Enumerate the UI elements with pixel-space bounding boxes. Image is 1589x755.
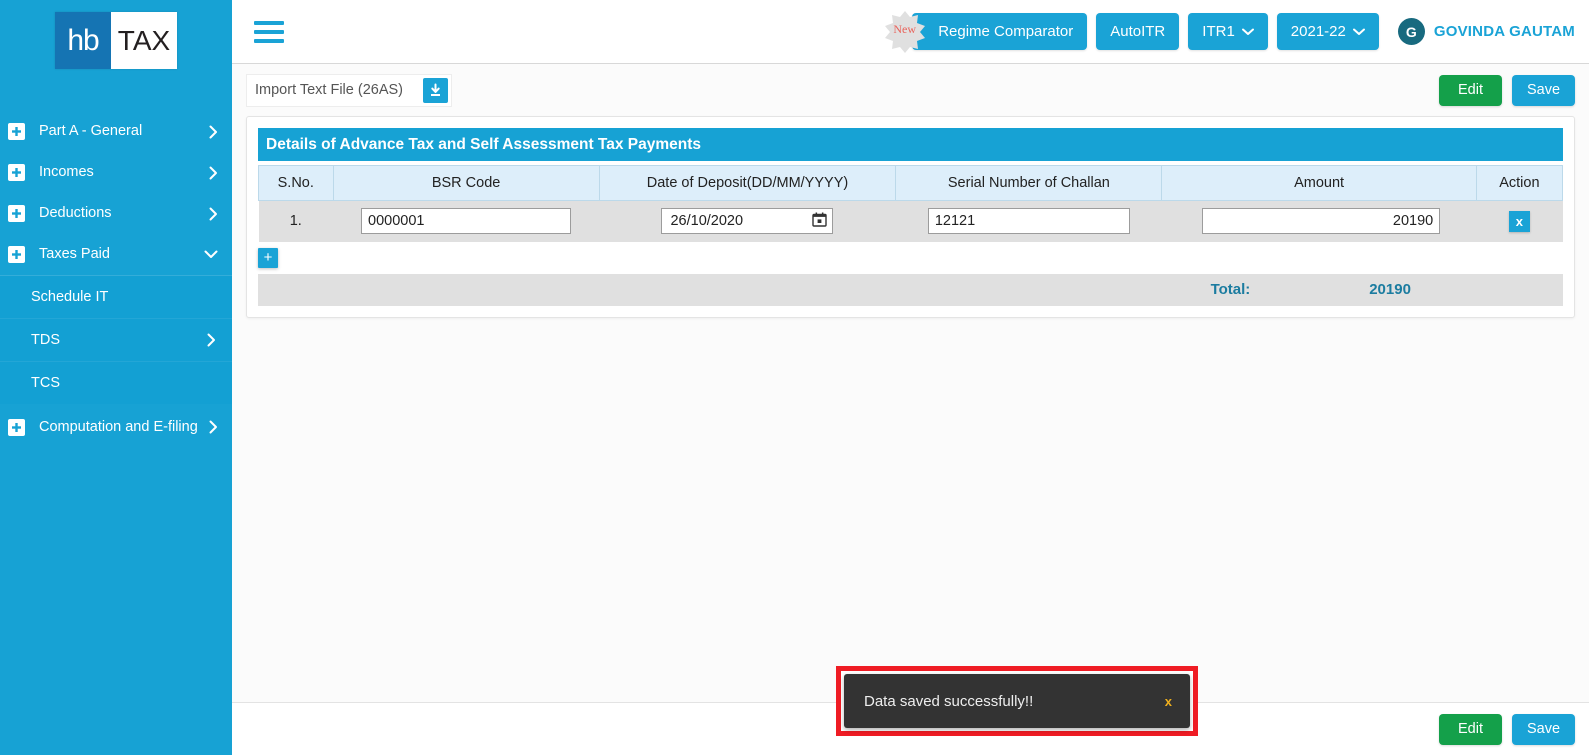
main-area: New Regime Comparator AutoITR ITR1 2021-… xyxy=(232,0,1589,755)
plus-square-icon xyxy=(8,123,25,140)
form-type-dropdown[interactable]: ITR1 xyxy=(1188,13,1268,50)
sidebar-item-schedule-it[interactable]: Schedule IT xyxy=(0,275,232,318)
amount-input[interactable] xyxy=(1201,208,1441,235)
chevron-right-icon xyxy=(209,207,218,221)
plus-square-icon xyxy=(8,418,25,436)
sidebar-item-label: Taxes Paid xyxy=(39,246,110,263)
date-of-deposit-input[interactable]: 26/10/2020 xyxy=(661,208,834,235)
date-of-deposit-value: 26/10/2020 xyxy=(670,213,744,230)
sidebar-item-tds[interactable]: TDS xyxy=(0,318,232,361)
panel-title: Details of Advance Tax and Self Assessme… xyxy=(258,128,1563,161)
chevron-right-icon xyxy=(207,333,216,347)
brand-logo[interactable]: hb TAX xyxy=(0,0,232,69)
row-amount-cell xyxy=(1161,200,1477,242)
regime-comparator-button[interactable]: Regime Comparator xyxy=(912,13,1088,50)
save-button-bottom[interactable]: Save xyxy=(1512,713,1575,745)
autoitr-button[interactable]: AutoITR xyxy=(1096,13,1180,50)
sidebar-item-label: Part A - General xyxy=(39,123,143,140)
column-header-bsr-code: BSR Code xyxy=(332,165,600,201)
import-text-file-control[interactable]: Import Text File (26AS) xyxy=(246,73,452,107)
assessment-year-dropdown[interactable]: 2021-22 xyxy=(1276,13,1379,50)
autoitr-label: AutoITR xyxy=(1110,23,1166,40)
row-action-cell: x xyxy=(1476,200,1563,242)
table-row: 1. 26/10/2020 xyxy=(258,200,1563,242)
assessment-year-label: 2021-22 xyxy=(1290,23,1346,40)
delete-row-button[interactable]: x xyxy=(1508,210,1530,232)
content-area: Details of Advance Tax and Self Assessme… xyxy=(232,116,1589,755)
row-serial-number-cell xyxy=(895,200,1162,242)
plus-square-icon xyxy=(8,246,25,263)
hamburger-icon[interactable] xyxy=(254,20,284,43)
total-row: Total: 20190 xyxy=(258,273,1563,306)
avatar: G xyxy=(1397,18,1425,45)
advance-tax-panel: Details of Advance Tax and Self Assessme… xyxy=(246,116,1575,318)
app-root: hb TAX Part A - General Incomes Deductio… xyxy=(0,0,1589,755)
regime-comparator-label: Regime Comparator xyxy=(938,23,1074,40)
row-serial-number: 1. xyxy=(258,200,334,242)
calendar-icon[interactable] xyxy=(812,212,828,231)
sidebar-subitem-label: Schedule IT xyxy=(31,288,109,305)
column-header-sno: S.No. xyxy=(258,165,334,201)
toast-close-icon[interactable]: x xyxy=(1165,694,1172,709)
advance-tax-table: S.No. BSR Code Date of Deposit(DD/MM/YYY… xyxy=(258,165,1564,242)
sidebar-item-label: Deductions xyxy=(39,205,112,222)
total-value: 20190 xyxy=(1369,281,1411,298)
row-date-of-deposit-cell: 26/10/2020 xyxy=(599,200,896,242)
top-navbar: New Regime Comparator AutoITR ITR1 2021-… xyxy=(232,0,1589,64)
sidebar-item-tcs[interactable]: TCS xyxy=(0,361,232,404)
toast-notification: Data saved successfully!! x xyxy=(844,674,1190,728)
chevron-right-icon xyxy=(209,166,218,180)
logo-hb-text: hb xyxy=(55,12,111,69)
new-badge: New xyxy=(883,10,927,54)
plus-square-icon xyxy=(8,205,25,222)
chevron-down-icon xyxy=(204,250,218,259)
sidebar-item-taxes-paid[interactable]: Taxes Paid xyxy=(0,234,232,275)
sidebar-item-label: Incomes xyxy=(39,164,94,181)
plus-square-icon xyxy=(8,164,25,181)
chevron-down-icon xyxy=(1352,28,1365,36)
sidebar-subitem-label: TDS xyxy=(31,331,60,348)
topbar-actions: New Regime Comparator AutoITR ITR1 2021-… xyxy=(883,10,1575,54)
sidebar-nav: Part A - General Incomes Deductions Taxe… xyxy=(0,111,232,450)
add-row-button[interactable]: + xyxy=(258,247,278,268)
edit-button-top[interactable]: Edit xyxy=(1439,74,1502,106)
logo-tax-text: TAX xyxy=(111,12,177,69)
sidebar-item-computation-and-e-filing[interactable]: Computation and E-filing xyxy=(0,404,232,450)
form-type-label: ITR1 xyxy=(1202,23,1235,40)
row-bsr-code-cell xyxy=(333,200,600,242)
sidebar-subitem-label: TCS xyxy=(31,374,60,391)
download-icon[interactable] xyxy=(423,77,448,103)
import-text-file-label: Import Text File (26AS) xyxy=(255,82,404,98)
sidebar-submenu-taxes-paid: Schedule IT TDS TCS xyxy=(0,275,232,404)
table-header-row: S.No. BSR Code Date of Deposit(DD/MM/YYY… xyxy=(258,165,1564,201)
chevron-down-icon xyxy=(1241,28,1254,36)
chevron-right-icon xyxy=(209,125,218,139)
sidebar-item-label: Computation and E-filing xyxy=(39,418,198,435)
total-label: Total: xyxy=(1210,281,1251,298)
toast-message: Data saved successfully!! xyxy=(864,692,1034,710)
user-name: GOVINDA GAUTAM xyxy=(1433,23,1575,40)
toast-highlight-box: Data saved successfully!! x xyxy=(836,666,1198,736)
save-button-top[interactable]: Save xyxy=(1512,74,1575,106)
edit-button-bottom[interactable]: Edit xyxy=(1439,713,1502,745)
column-header-date-of-deposit: Date of Deposit(DD/MM/YYYY) xyxy=(598,165,897,201)
user-menu[interactable]: G GOVINDA GAUTAM xyxy=(1397,18,1575,45)
column-header-action: Action xyxy=(1475,165,1564,201)
column-header-serial-number: Serial Number of Challan xyxy=(895,165,1163,201)
column-header-amount: Amount xyxy=(1161,165,1477,201)
add-row-container: + xyxy=(258,241,1563,274)
sidebar-item-incomes[interactable]: Incomes xyxy=(0,152,232,193)
action-toolbar: Import Text File (26AS) Edit Save xyxy=(232,64,1589,116)
chevron-right-icon xyxy=(209,420,218,434)
sidebar-item-deductions[interactable]: Deductions xyxy=(0,193,232,234)
sidebar: hb TAX Part A - General Incomes Deductio… xyxy=(0,0,232,755)
sidebar-item-part-a-general[interactable]: Part A - General xyxy=(0,111,232,152)
serial-number-input[interactable] xyxy=(927,208,1130,235)
new-badge-label: New xyxy=(893,22,917,36)
bsr-code-input[interactable] xyxy=(361,208,572,235)
